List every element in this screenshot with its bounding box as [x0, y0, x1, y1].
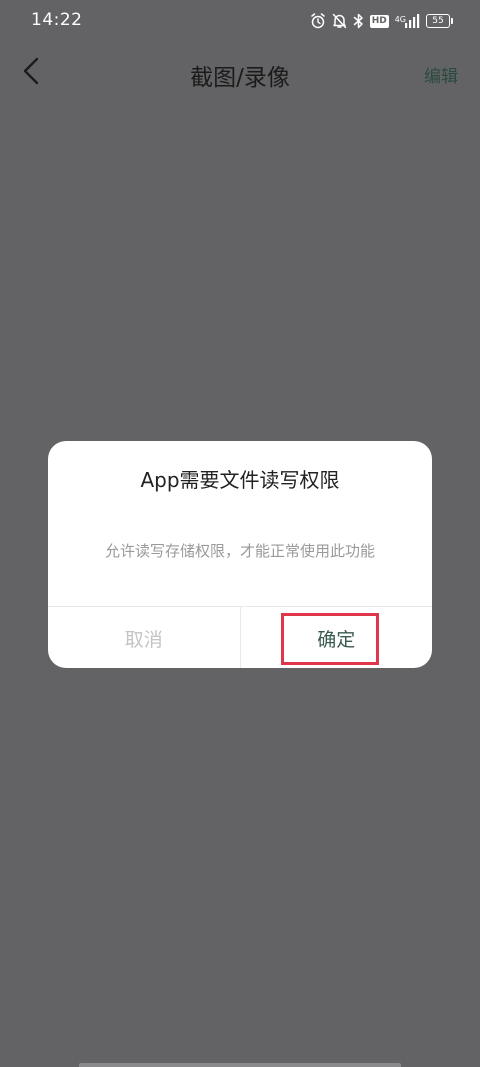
- header: 截图/录像 编辑: [0, 46, 480, 100]
- cancel-button-label: 取消: [124, 628, 163, 651]
- dialog-actions: 取消 确定: [48, 606, 432, 668]
- bluetooth-icon: [353, 13, 364, 29]
- page-title: 截图/录像: [190, 65, 290, 91]
- edit-button[interactable]: 编辑: [424, 62, 458, 87]
- dialog-title: App需要文件读写权限: [140, 468, 340, 492]
- battery-icon: 55: [426, 14, 453, 28]
- hd-icon: HD: [369, 14, 389, 28]
- dialog-message: 允许读写存储权限，才能正常使用此功能: [104, 542, 375, 560]
- alarm-icon: [310, 13, 326, 29]
- status-icons: HD 4G 55: [310, 11, 453, 31]
- signal-icon: 4G: [395, 14, 420, 28]
- cancel-button[interactable]: 取消: [48, 607, 241, 668]
- screen: 14:22 HD 4G 55 截图/录像 编辑 App需要文件读写权限 允许读写…: [0, 0, 480, 1067]
- status-bar: 14:22 HD 4G 55: [0, 0, 480, 42]
- home-indicator[interactable]: [79, 1063, 401, 1067]
- confirm-button[interactable]: 确定: [241, 607, 433, 668]
- confirm-button-label: 确定: [317, 628, 356, 651]
- bell-muted-icon: [332, 13, 347, 29]
- permission-dialog: App需要文件读写权限 允许读写存储权限，才能正常使用此功能 取消 确定: [48, 441, 432, 668]
- status-time: 14:22: [31, 10, 83, 30]
